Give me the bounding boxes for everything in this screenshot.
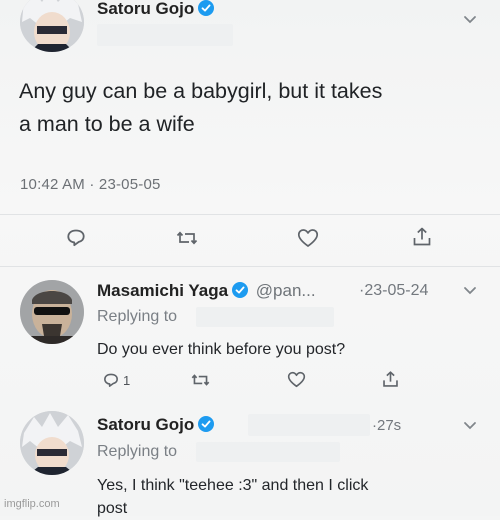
reply-text: Yes, I think "teehee :3" and then I clic… — [97, 474, 368, 520]
reply-date[interactable]: ·23-05-24 — [359, 282, 428, 300]
reply-author-name[interactable]: Masamichi Yaga @pan... — [97, 281, 316, 301]
reply-button[interactable] — [66, 228, 86, 247]
chevron-down-icon[interactable] — [463, 421, 477, 431]
chevron-down-icon[interactable] — [463, 15, 477, 25]
retweet-button[interactable] — [176, 229, 198, 247]
tweet-timestamp[interactable]: 10:42 AM · 23-05-05 — [20, 176, 161, 193]
author-name-text[interactable]: Satoru Gojo — [97, 0, 194, 18]
like-button[interactable] — [297, 228, 319, 248]
reply-author-name-text[interactable]: Masamichi Yaga — [97, 281, 228, 300]
share-icon — [381, 370, 400, 389]
reply-count: 1 — [123, 372, 131, 388]
verified-badge-icon — [232, 282, 249, 298]
author-name[interactable]: Satoru Gojo — [97, 0, 215, 19]
chevron-down-icon[interactable] — [463, 286, 477, 296]
avatar[interactable] — [20, 411, 84, 475]
reply-button[interactable]: 1 — [103, 372, 130, 388]
share-button[interactable] — [381, 370, 400, 389]
like-icon — [287, 371, 306, 388]
reply-author-name-text[interactable]: Satoru Gojo — [97, 415, 194, 434]
reply-icon — [103, 372, 119, 388]
tweet-text-line-2: a man to be a wife — [19, 112, 195, 136]
reply-text: Do you ever think before you post? — [97, 341, 346, 358]
watermark: imgflip.com — [4, 498, 60, 510]
share-icon — [411, 226, 433, 248]
share-button[interactable] — [411, 226, 433, 248]
verified-badge-icon — [198, 0, 215, 16]
avatar[interactable] — [20, 280, 84, 344]
verified-badge-icon — [198, 416, 215, 432]
like-icon — [297, 228, 319, 248]
retweet-icon — [176, 229, 198, 247]
reply-author-name[interactable]: Satoru Gojo — [97, 415, 215, 435]
tweet-text-line-1: Any guy can be a babygirl, but it takes — [19, 79, 383, 103]
divider — [0, 214, 500, 215]
replying-to-label: Replying to — [97, 308, 178, 325]
redacted-handle — [248, 414, 370, 436]
retweet-icon — [191, 372, 210, 388]
reply-icon — [66, 228, 86, 247]
reply-handle[interactable]: @pan... — [256, 281, 316, 300]
redacted-mention — [196, 307, 334, 327]
tweet-text: Any guy can be a babygirl, but it takes … — [19, 75, 489, 141]
replying-to-label: Replying to — [97, 443, 178, 460]
retweet-button[interactable] — [191, 372, 210, 388]
reply-time[interactable]: ·27s — [372, 417, 401, 434]
divider — [0, 266, 500, 267]
reply-text-line-2: post — [97, 500, 128, 517]
like-button[interactable] — [287, 371, 306, 388]
reply-text-line-1: Yes, I think "teehee :3" and then I clic… — [97, 477, 369, 494]
redacted-mention — [196, 442, 340, 462]
redacted-handle — [97, 24, 233, 46]
